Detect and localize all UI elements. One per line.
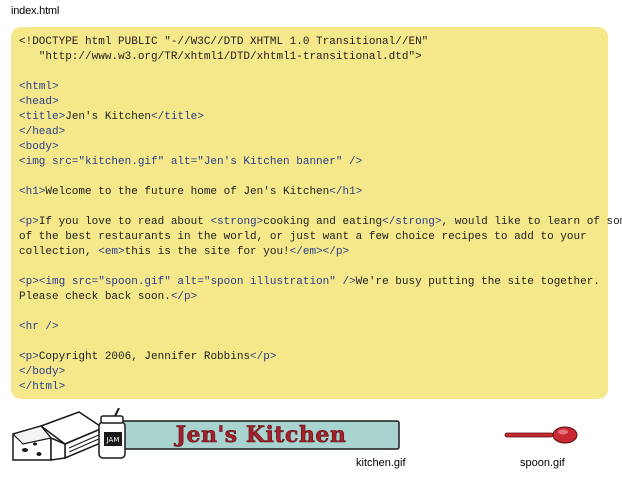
kitchen-caption: kitchen.gif xyxy=(356,457,406,469)
code-line: <img src="kitchen.gif" alt="Jen's Kitche… xyxy=(19,156,363,168)
banner-title: Jen's Kitchen xyxy=(174,422,347,448)
kitchen-banner-image: JAM Jen's Kitchen xyxy=(11,408,400,461)
code-line: <html> xyxy=(19,81,59,93)
svg-text:JAM: JAM xyxy=(106,436,120,444)
code-line: </html> xyxy=(19,381,66,393)
code-line: <h1>Welcome to the future home of Jen's … xyxy=(19,186,363,198)
code-line: Please check back soon.</p> xyxy=(19,291,198,303)
code-line: "http://www.w3.org/TR/xhtml1/DTD/xhtml1-… xyxy=(19,51,422,63)
code-line: <hr /> xyxy=(19,321,59,333)
code-line: collection, <em>this is the site for you… xyxy=(19,246,350,258)
code-listing: <!DOCTYPE html PUBLIC "-//W3C//DTD XHTML… xyxy=(11,27,622,399)
spoon-icon xyxy=(504,426,578,444)
code-line: <!DOCTYPE html PUBLIC "-//W3C//DTD XHTML… xyxy=(19,36,429,48)
code-line: <p><img src="spoon.gif" alt="spoon illus… xyxy=(19,276,600,288)
spoon-image xyxy=(504,426,578,444)
spoon-caption: spoon.gif xyxy=(520,457,565,469)
code-line: <p>Copyright 2006, Jennifer Robbins</p> xyxy=(19,351,277,363)
file-name-label: index.html xyxy=(11,5,60,17)
code-line: <head> xyxy=(19,96,59,108)
jar-icon: JAM xyxy=(98,408,126,459)
code-line: <p>If you love to read about <strong>coo… xyxy=(19,216,622,228)
code-line: </head> xyxy=(19,126,66,138)
code-line: <title>Jen's Kitchen</title> xyxy=(19,111,204,123)
cheese-icon xyxy=(11,425,53,461)
code-line: of the best restaurants in the world, or… xyxy=(19,231,587,243)
code-line: <body> xyxy=(19,141,59,153)
code-line: </body> xyxy=(19,366,66,378)
